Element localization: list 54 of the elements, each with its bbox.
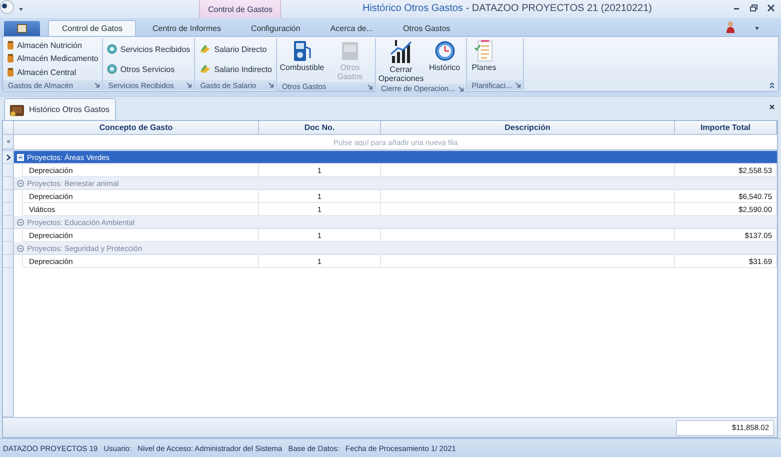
ribbon-menu-item[interactable]: Salario Indirecto xyxy=(198,63,273,75)
dialog-launcher-icon xyxy=(458,86,464,92)
document-tab[interactable]: Histórico Otros Gastos xyxy=(4,98,116,120)
ribbon-button[interactable]: Histórico xyxy=(427,39,462,83)
context-tab-header: Control de Gastos xyxy=(199,0,282,18)
ribbon-menu-item[interactable]: Almacén Medicamento xyxy=(6,52,100,65)
ribbon-menu-item[interactable]: Almacén Nutrición xyxy=(6,40,100,52)
ribbon-button[interactable]: Combustible xyxy=(280,39,324,81)
ribbon-button[interactable]: Planes xyxy=(470,39,498,79)
fuel-pump-icon xyxy=(291,39,313,63)
caret-icon xyxy=(755,26,759,30)
ribbon-tab[interactable]: Configuración xyxy=(236,20,314,36)
ribbon-tab[interactable]: Control de Gatos xyxy=(48,20,136,36)
dialog-launcher-icon xyxy=(268,82,274,88)
ribbon-tab[interactable]: Acerca de... xyxy=(316,20,388,36)
chart-icon xyxy=(389,39,413,65)
ribbon-menu-item[interactable]: Almacén Central xyxy=(6,66,100,78)
money-icon xyxy=(199,44,212,54)
briefcase-icon xyxy=(9,102,25,116)
checklist-icon xyxy=(473,39,496,63)
dialog-launcher-icon xyxy=(367,84,373,90)
collapse-icon xyxy=(769,82,775,88)
column-header[interactable]: Descripción xyxy=(381,121,675,135)
user-icon xyxy=(726,21,735,33)
ribbon-button[interactable]: Cerrar Operaciones xyxy=(379,39,423,83)
caret-icon xyxy=(18,6,24,12)
ribbon-tab[interactable]: Otros Gastos xyxy=(389,20,464,36)
new-row-icon xyxy=(6,139,10,144)
close-icon xyxy=(767,4,775,12)
box-icon xyxy=(339,39,361,63)
row-indicator[interactable] xyxy=(3,151,14,164)
window-icon xyxy=(17,24,27,33)
restore-icon xyxy=(750,4,758,12)
money-icon xyxy=(199,64,212,74)
jar-icon xyxy=(7,41,14,50)
column-header[interactable]: Concepto de Gasto xyxy=(14,121,259,135)
dialog-launcher-icon xyxy=(186,82,192,88)
window-title: Histórico Otros Gastos - DATAZOO PROYECTOS 21 (20210221) xyxy=(361,2,654,14)
jar-icon xyxy=(7,54,14,64)
jar-icon xyxy=(7,68,14,77)
close-icon xyxy=(769,104,775,110)
application-menu-button[interactable] xyxy=(4,21,40,36)
clock-icon xyxy=(434,39,456,63)
ribbon-tab[interactable]: Centro de Informes xyxy=(138,20,235,36)
ribbon-menu-item[interactable]: Salario Directo xyxy=(198,43,273,55)
column-header[interactable]: Doc No. xyxy=(259,121,381,135)
dialog-launcher-icon xyxy=(514,82,521,88)
app-orb-icon xyxy=(0,0,14,14)
ribbon-menu-item[interactable]: Servicios Recibidos xyxy=(106,43,192,55)
gear-icon xyxy=(107,64,118,74)
ribbon-menu-item[interactable]: Otros Servicios xyxy=(106,63,192,75)
gear-icon xyxy=(107,44,118,54)
dialog-launcher-icon xyxy=(94,82,100,88)
column-header[interactable]: Importe Total xyxy=(675,121,777,135)
